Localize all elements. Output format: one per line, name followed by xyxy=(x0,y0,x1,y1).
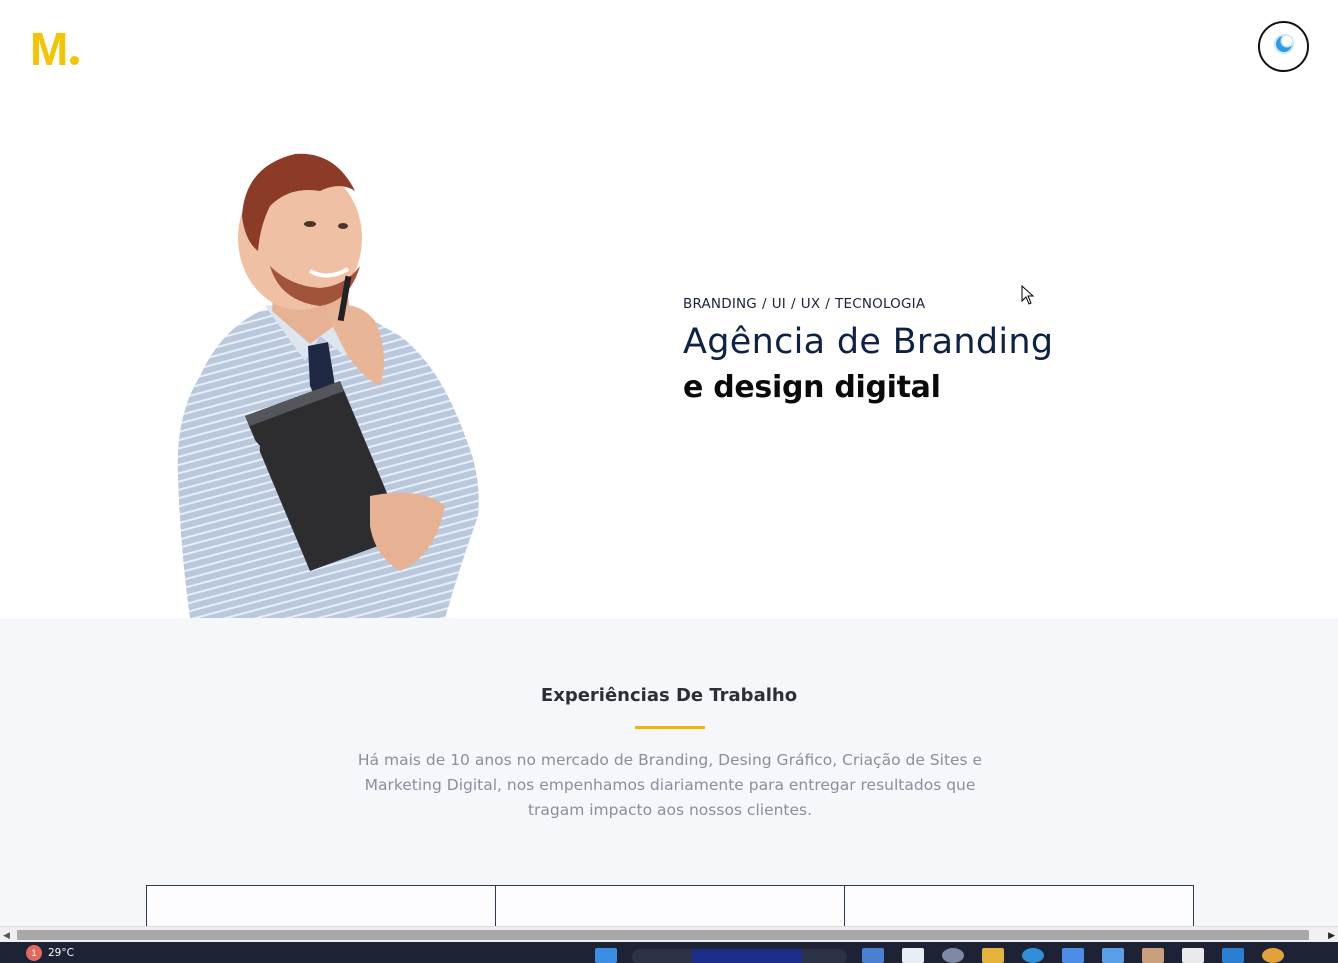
app-icon[interactable] xyxy=(862,948,884,963)
hero-subtitle: e design digital xyxy=(683,370,941,405)
section-title: Experiências De Trabalho xyxy=(540,685,798,706)
webpage: M BRANDING / UI / UX / TECNOLOGIA Agênci… xyxy=(0,0,1338,926)
experience-card[interactable] xyxy=(495,885,845,926)
store-icon[interactable] xyxy=(1102,948,1124,963)
tag-separator: / xyxy=(790,296,796,312)
tag-ui: UI xyxy=(771,296,786,312)
scroll-right-arrow-icon[interactable]: ▶ xyxy=(1328,930,1335,941)
hero-section: BRANDING / UI / UX / TECNOLOGIA Agência … xyxy=(0,90,1338,618)
search-highlight xyxy=(692,949,802,963)
tag-branding: BRANDING xyxy=(683,296,757,312)
calendar-icon[interactable] xyxy=(1062,948,1084,963)
app-icon[interactable] xyxy=(942,948,964,963)
scrollbar-thumb[interactable] xyxy=(17,930,1309,940)
moon-icon xyxy=(1271,31,1297,62)
vscode-icon[interactable] xyxy=(1222,948,1244,963)
notification-badge: 1 xyxy=(26,945,42,961)
hero-title: Agência de Branding xyxy=(683,322,1054,362)
title-underline xyxy=(635,726,705,729)
app-icon[interactable] xyxy=(902,948,924,963)
logo-dot xyxy=(70,56,80,65)
edge-icon[interactable] xyxy=(1022,948,1044,963)
app-icon[interactable] xyxy=(1182,948,1204,963)
os-taskbar: 1 29°C xyxy=(0,942,1338,963)
brand-logo[interactable]: M xyxy=(30,23,80,75)
app-icon[interactable] xyxy=(1142,948,1164,963)
weather-widget[interactable]: 1 29°C xyxy=(26,945,74,961)
windows-start-icon[interactable] xyxy=(595,948,617,963)
app-icon[interactable] xyxy=(1262,948,1284,963)
tag-tecnologia: TECNOLOGIA xyxy=(835,296,926,312)
tag-separator: / xyxy=(761,296,767,312)
temperature-label: 29°C xyxy=(48,947,74,959)
taskbar-search[interactable] xyxy=(632,949,847,963)
pinned-apps xyxy=(862,948,1284,963)
logo-letter: M xyxy=(30,23,68,75)
tag-ux: UX xyxy=(800,296,821,312)
mouse-cursor-icon xyxy=(1021,284,1035,306)
scroll-left-arrow-icon[interactable]: ◀ xyxy=(3,930,10,941)
experience-cards xyxy=(146,885,1196,926)
tag-separator: / xyxy=(825,296,831,312)
experience-card[interactable] xyxy=(146,885,496,926)
horizontal-scrollbar[interactable]: ◀ ▶ xyxy=(0,926,1338,942)
hero-text: BRANDING / UI / UX / TECNOLOGIA Agência … xyxy=(683,296,1053,405)
experience-section: Experiências De Trabalho Há mais de 10 a… xyxy=(0,618,1338,926)
section-description: Há mais de 10 anos no mercado de Brandin… xyxy=(357,751,983,819)
theme-toggle-button[interactable] xyxy=(1258,21,1309,72)
hero-photo xyxy=(160,146,500,618)
experience-card[interactable] xyxy=(844,885,1194,926)
folder-icon[interactable] xyxy=(982,948,1004,963)
taskbar-icons xyxy=(595,948,617,963)
hero-tags: BRANDING / UI / UX / TECNOLOGIA xyxy=(683,296,1053,312)
